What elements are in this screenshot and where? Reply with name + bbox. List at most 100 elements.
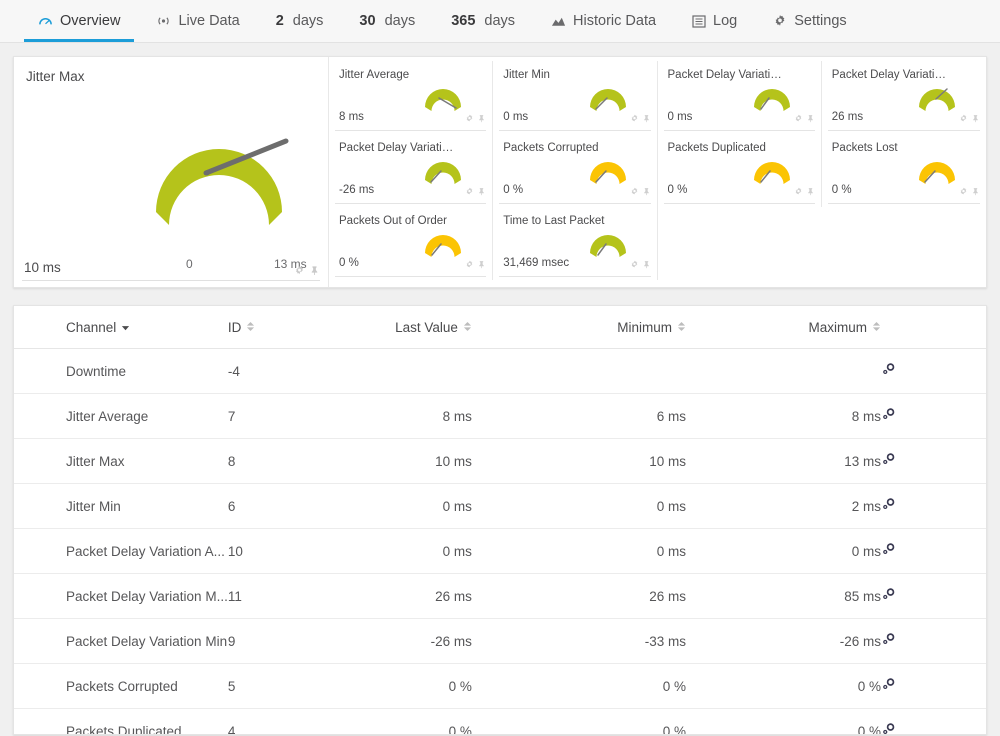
table-row[interactable]: Packet Delay Variation M... 11 26 ms 26 ms 8… [14,573,986,619]
mini-gauge-graphic [919,88,955,111]
cell-last-value [315,348,472,394]
cell-id: 5 [227,663,316,709]
gauge-icon [38,14,53,29]
gear-icon[interactable] [465,110,474,128]
cell-actions [880,573,986,619]
gear-icon[interactable] [959,110,968,128]
primary-gauge-graphic [156,138,289,225]
cell-minimum: 0 ms [471,483,687,529]
column-label: Maximum [808,320,867,335]
cell-maximum: 13 ms [686,438,881,484]
cell-maximum: 85 ms [686,573,881,619]
mini-gauge-packet-delay-variation-max: Packet Delay Variation ... 26 ms [822,61,986,134]
gear-icon[interactable] [465,256,474,274]
mini-gauge-tools [465,256,486,274]
channel-settings-icon[interactable] [881,363,896,379]
table-row[interactable]: Packets Duplicated 4 0 % 0 % 0 % [14,708,986,734]
column-header-minimum[interactable]: Minimum [471,306,687,349]
pin-icon[interactable] [806,183,815,201]
mini-gauge-jitter-average: Jitter Average 8 ms [329,61,494,134]
table-row[interactable]: Jitter Max 8 10 ms 10 ms 13 ms [14,438,986,484]
gear-icon[interactable] [959,183,968,201]
gear-icon[interactable] [794,110,803,128]
table-row[interactable]: Jitter Average 7 8 ms 6 ms 8 ms [14,393,986,439]
tab-live-data[interactable]: Live Data [138,0,257,42]
tab-label: Historic Data [573,13,657,29]
cell-maximum: 0 % [686,663,881,709]
primary-gauge-value: 10 ms [24,260,61,275]
channel-settings-icon[interactable] [881,633,896,649]
mini-gauge-divider [335,276,487,277]
mini-gauge-graphic [919,162,955,184]
tab-365-days[interactable]: 365 days [433,0,533,42]
tab-historic-data[interactable]: Historic Data [533,0,674,42]
cell-minimum: 0 ms [471,528,687,574]
channel-settings-icon[interactable] [881,408,896,424]
pin-icon[interactable] [642,256,651,274]
channel-settings-icon[interactable] [881,453,896,469]
mini-gauge-graphic [425,162,462,184]
gear-icon[interactable] [794,183,803,201]
primary-gauge-divider [22,280,320,281]
pin-icon[interactable] [642,110,651,128]
gauges-panel: Jitter Max 10 ms 0 13 ms Jitter Average … [13,56,987,288]
pin-icon[interactable] [477,110,486,128]
channel-settings-icon[interactable] [881,678,896,694]
pin-icon[interactable] [971,183,980,201]
mini-gauge-divider [499,276,651,277]
column-header-last-value[interactable]: Last Value [315,306,472,349]
gear-icon[interactable] [294,263,305,281]
gear-icon[interactable] [630,183,639,201]
table-row[interactable]: Jitter Min 6 0 ms 0 ms 2 ms [14,483,986,529]
tab-log[interactable]: Log [674,0,755,42]
channel-settings-icon[interactable] [881,543,896,559]
mini-gauge-value: 26 ms [831,111,864,123]
tab-settings[interactable]: Settings [755,0,864,42]
mini-gauge-divider [499,203,651,204]
pin-icon[interactable] [806,110,815,128]
pin-icon[interactable] [642,183,651,201]
pin-icon[interactable] [971,110,980,128]
cell-minimum: 0 % [471,708,687,734]
table-row[interactable]: Packet Delay Variation A... 10 0 ms 0 ms 0 m… [14,528,986,574]
table-row[interactable]: Packet Delay Variation Min 9 -26 ms -33 ms -… [14,618,986,664]
mini-gauge-tools [630,183,651,201]
cell-channel: Jitter Average [14,393,228,439]
mini-gauge-divider [663,130,815,131]
mini-gauge-divider [827,130,980,131]
column-header-actions [880,306,986,349]
column-header-channel[interactable]: Channel [14,306,228,349]
pin-icon[interactable] [477,256,486,274]
table-row[interactable]: Packets Corrupted 5 0 % 0 % 0 % [14,663,986,709]
gear-icon[interactable] [630,110,639,128]
column-header-maximum[interactable]: Maximum [686,306,881,349]
column-label: Last Value [395,320,458,335]
gear-icon[interactable] [465,183,474,201]
pin-icon[interactable] [309,263,320,281]
mini-gauge-value: 0 ms [667,111,693,123]
primary-gauge-tools [294,263,320,281]
primary-gauge-scale-min: 0 [186,257,193,271]
tab-2-days[interactable]: 2 days [258,0,342,42]
channel-settings-icon[interactable] [881,498,896,514]
column-header-id[interactable]: ID [227,306,316,349]
mini-gauge-value: 0 % [503,184,524,196]
channel-settings-icon[interactable] [881,723,896,734]
mini-gauge-graphic [753,162,790,184]
tab-30-days[interactable]: 30 days [341,0,433,42]
pin-icon[interactable] [477,183,486,201]
cell-id: 6 [227,483,316,529]
gear-icon[interactable] [630,256,639,274]
tab-label: days [484,13,516,29]
cell-minimum: 6 ms [471,393,687,439]
table-row[interactable]: Downtime -4 [14,348,986,394]
channel-settings-icon[interactable] [881,588,896,604]
cell-channel: Jitter Min [14,483,228,529]
cell-minimum: 26 ms [471,573,687,619]
cell-maximum: 0 % [686,708,881,734]
cell-maximum [686,348,881,394]
tab-overview[interactable]: Overview [20,0,138,42]
mini-gauge-packet-delay-variation-avg: Packet Delay Variation ... 0 ms [658,61,822,134]
mini-gauge-graphic [425,235,462,257]
cell-channel: Packet Delay Variation A... [14,528,228,574]
